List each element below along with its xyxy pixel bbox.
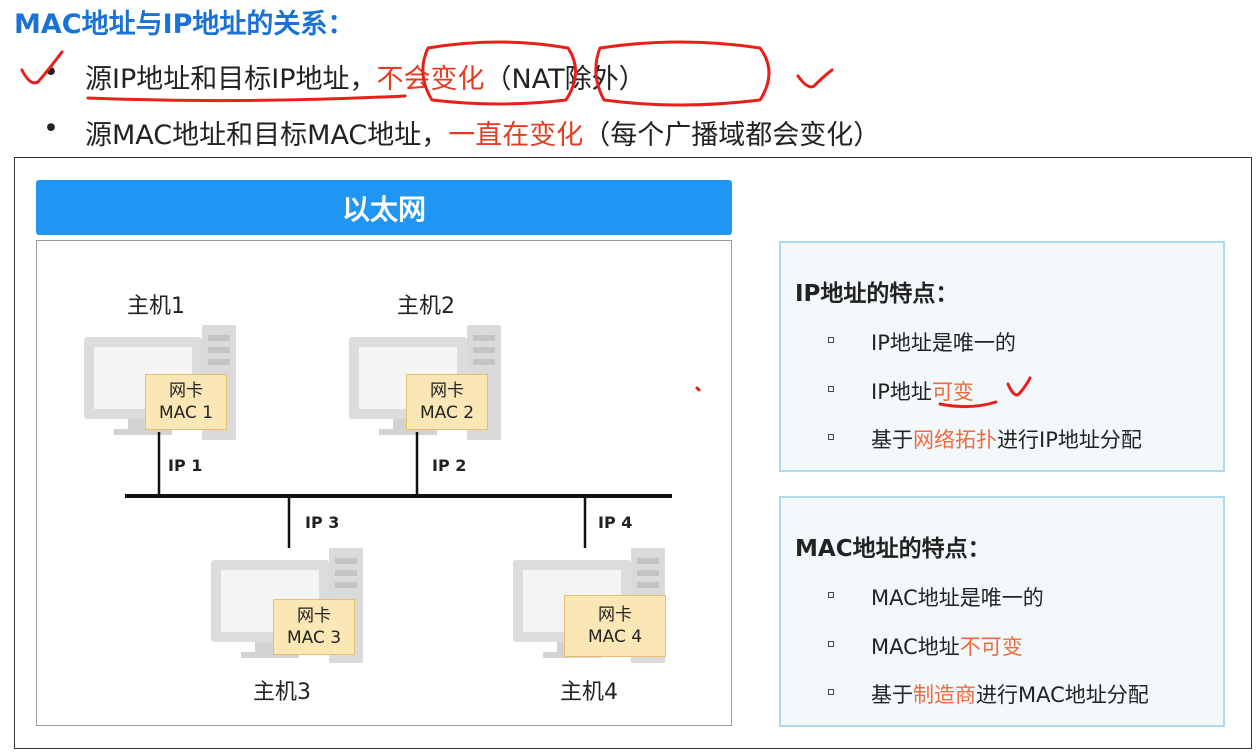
host-label: 主机4 <box>560 680 618 705</box>
bullet-note: （每个广播域都会变化） <box>583 120 881 151</box>
bullet-dot: • <box>43 57 59 88</box>
item-text: 进行IP地址分配 <box>997 428 1142 452</box>
item-text: 基于 <box>871 428 913 452</box>
ip-features-panel: IP地址的特点： IP地址是唯一的 IP地址可变 基于网络拓扑进行IP地址分配 <box>779 241 1225 472</box>
panel-title: IP地址的特点： <box>795 281 959 307</box>
item-highlight: 制造商 <box>913 683 976 707</box>
square-bullet-icon <box>828 434 834 440</box>
nic-box: 网卡 MAC 2 <box>406 374 488 430</box>
bullet-ip-unchanged: • 源IP地址和目标IP地址，不会变化（NAT除外） <box>43 57 646 96</box>
square-bullet-icon <box>828 337 834 343</box>
ip-label: IP 1 <box>168 456 203 475</box>
nic-box: 网卡 MAC 3 <box>273 599 355 655</box>
panel-title: MAC地址的特点： <box>795 536 991 562</box>
ip-label: IP 2 <box>432 456 467 475</box>
item-text: MAC地址 <box>871 635 960 659</box>
item-text: 进行MAC地址分配 <box>976 683 1149 707</box>
item-text: IP地址是唯一的 <box>871 331 1016 355</box>
item-text: MAC地址是唯一的 <box>871 586 1044 610</box>
ethernet-header: 以太网 <box>36 180 732 235</box>
item-highlight: 不可变 <box>959 635 1023 659</box>
nic-box: 网卡 MAC 1 <box>145 374 227 430</box>
mac-features-panel: MAC地址的特点： MAC地址是唯一的 MAC地址不可变 基于制造商进行MAC地… <box>779 496 1225 727</box>
host-label: 主机2 <box>397 294 455 319</box>
host-label: 主机3 <box>253 680 311 705</box>
nic-mac: MAC 4 <box>587 627 643 647</box>
nic-mac: MAC 3 <box>286 628 342 648</box>
nic-box: 网卡 MAC 4 <box>564 595 666 657</box>
bullet-mac-changes: • 源MAC地址和目标MAC地址，一直在变化（每个广播域都会变化） <box>43 113 881 152</box>
bullet-text: 源IP地址和目标IP地址， <box>85 64 377 95</box>
nic-title: 网卡 <box>598 605 632 625</box>
ip-label: IP 4 <box>598 513 633 532</box>
bullet-highlight: 一直在变化 <box>448 120 584 151</box>
host-label: 主机1 <box>127 294 185 319</box>
ip-label: IP 3 <box>305 513 340 532</box>
item-highlight: 可变 <box>931 380 974 404</box>
underline-annotation <box>86 94 407 103</box>
item-text: 基于 <box>871 683 913 707</box>
nic-mac: MAC 2 <box>419 403 475 423</box>
nic-title: 网卡 <box>297 606 331 626</box>
nic-title: 网卡 <box>169 381 203 401</box>
item-text: IP地址 <box>871 380 932 404</box>
item-highlight: 网络拓扑 <box>913 428 997 452</box>
page-title: MAC地址与IP地址的关系： <box>14 9 355 40</box>
nic-title: 网卡 <box>430 381 464 401</box>
nic-mac: MAC 1 <box>158 403 214 423</box>
bullet-highlight: 不会变化 <box>376 64 485 95</box>
square-bullet-icon <box>828 641 834 647</box>
checkmark-icon <box>796 68 834 89</box>
bullet-dot: • <box>43 113 59 144</box>
square-bullet-icon <box>828 592 834 598</box>
square-bullet-icon <box>828 386 834 392</box>
bullet-note: （NAT除外） <box>484 64 646 95</box>
square-bullet-icon <box>828 689 834 695</box>
bullet-text: 源MAC地址和目标MAC地址， <box>85 120 449 151</box>
